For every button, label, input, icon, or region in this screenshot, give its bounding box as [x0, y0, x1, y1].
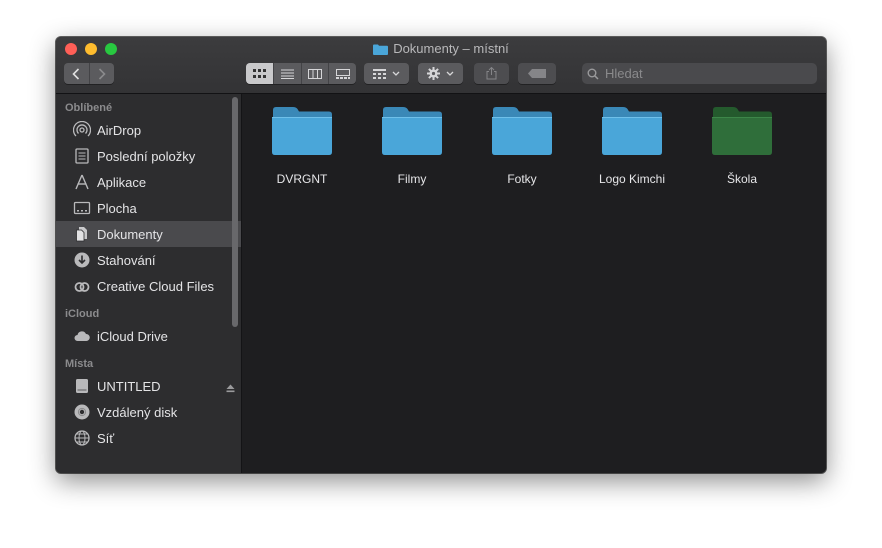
tag-icon: [528, 69, 546, 78]
sidebar-item-creative-cloud[interactable]: Creative Cloud Files: [56, 273, 241, 299]
list-icon: [280, 69, 294, 79]
sidebar-item-label: iCloud Drive: [97, 328, 168, 344]
search-field[interactable]: [582, 63, 817, 84]
chevron-down-icon: [392, 71, 400, 76]
folder-icon: [382, 107, 442, 155]
sidebar-item-label: Dokumenty: [97, 226, 163, 242]
icon-view-button[interactable]: [246, 63, 274, 84]
action-menu-button[interactable]: [418, 63, 463, 84]
forward-button[interactable]: [90, 63, 115, 84]
chevron-down-icon: [446, 71, 454, 76]
sidebar-item-label: Vzdálený disk: [97, 404, 178, 420]
folder-icon: [272, 107, 332, 155]
sidebar-item-recents[interactable]: Poslední položky: [56, 143, 241, 169]
group-by-button[interactable]: [364, 63, 409, 84]
gallery-view-button[interactable]: [329, 63, 356, 84]
search-icon: [587, 68, 599, 80]
disc-icon: [73, 403, 91, 421]
folder-item[interactable]: Škola: [692, 106, 792, 186]
sidebar: Oblíbené AirDrop Poslední položky Aplika…: [56, 94, 242, 473]
navigation-buttons: [64, 63, 114, 84]
folder-item[interactable]: Filmy: [362, 106, 462, 186]
share-icon: [486, 67, 497, 80]
drive-icon: [73, 377, 91, 395]
sidebar-item-label: Plocha: [97, 200, 137, 216]
sidebar-item-documents[interactable]: Dokumenty: [56, 221, 241, 247]
sidebar-item-downloads[interactable]: Stahování: [56, 247, 241, 273]
sidebar-item-airdrop[interactable]: AirDrop: [56, 117, 241, 143]
folder-icon: [373, 43, 389, 55]
sidebar-item-desktop[interactable]: Plocha: [56, 195, 241, 221]
folder-icon: [602, 107, 662, 155]
eject-icon[interactable]: [226, 381, 235, 396]
sidebar-item-label: Aplikace: [97, 174, 147, 190]
back-button[interactable]: [64, 63, 90, 84]
network-icon: [73, 429, 91, 447]
airdrop-icon: [73, 121, 91, 139]
sidebar-item-icloud-drive[interactable]: iCloud Drive: [56, 323, 241, 349]
titlebar: Dokumenty – místní: [56, 37, 826, 94]
folder-item[interactable]: Logo Kimchi: [582, 106, 682, 186]
view-mode-selector: [246, 63, 356, 84]
toolbar: [56, 63, 826, 85]
sidebar-item-applications[interactable]: Aplikace: [56, 169, 241, 195]
list-view-button[interactable]: [274, 63, 302, 84]
window-title: Dokumenty – místní: [56, 41, 826, 56]
cloud-icon: [73, 327, 91, 345]
window-title-text: Dokumenty – místní: [393, 41, 509, 56]
folder-icon: [712, 107, 772, 155]
tags-button[interactable]: [518, 63, 556, 84]
sidebar-header-locations: Místa: [65, 358, 94, 370]
columns-icon: [307, 68, 322, 79]
arrange-grid-icon: [373, 68, 386, 79]
folder-icon: [492, 107, 552, 155]
finder-window: Dokumenty – místní Hledat Oblíbené AirDr…: [56, 37, 826, 473]
chevron-right-icon: [98, 67, 106, 80]
sidebar-item-network[interactable]: Síť: [56, 425, 241, 451]
share-button[interactable]: [474, 63, 509, 84]
chevron-left-icon: [72, 67, 80, 80]
downloads-icon: [73, 251, 91, 269]
folder-name: Filmy: [397, 172, 427, 186]
file-browser-area: DVRGNT Filmy Fotky Logo Kimchi Škola: [242, 94, 826, 473]
sidebar-scroll-thumb[interactable]: [232, 97, 238, 327]
sidebar-item-label: Creative Cloud Files: [97, 278, 215, 294]
folder-name: Logo Kimchi: [598, 172, 666, 186]
applications-icon: [73, 173, 91, 191]
grid-icon: [252, 68, 266, 78]
sidebar-item-label: AirDrop: [97, 122, 142, 138]
gear-icon: [427, 67, 440, 80]
search-input[interactable]: [603, 65, 807, 82]
sidebar-item-remote-disc[interactable]: Vzdálený disk: [56, 399, 241, 425]
sidebar-item-label: UNTITLED: [97, 378, 161, 394]
sidebar-item-label: Stahování: [97, 252, 156, 268]
sidebar-item-untitled[interactable]: UNTITLED: [56, 373, 241, 399]
sidebar-header-favorites: Oblíbené: [65, 102, 113, 114]
sidebar-scrollbar[interactable]: [230, 94, 239, 330]
recents-icon: [73, 147, 91, 165]
creative-cloud-icon: [73, 277, 91, 295]
gallery-icon: [335, 68, 350, 79]
folder-name: Škola: [726, 172, 758, 186]
folder-item[interactable]: Fotky: [472, 106, 572, 186]
sidebar-item-label: Síť: [97, 430, 115, 446]
folder-name: DVRGNT: [276, 172, 328, 186]
desktop-icon: [73, 199, 91, 217]
folder-item[interactable]: DVRGNT: [252, 106, 352, 186]
documents-icon: [73, 225, 91, 243]
sidebar-header-icloud: iCloud: [65, 308, 100, 320]
folder-name: Fotky: [507, 172, 537, 186]
column-view-button[interactable]: [302, 63, 330, 84]
sidebar-item-label: Poslední položky: [97, 148, 196, 164]
